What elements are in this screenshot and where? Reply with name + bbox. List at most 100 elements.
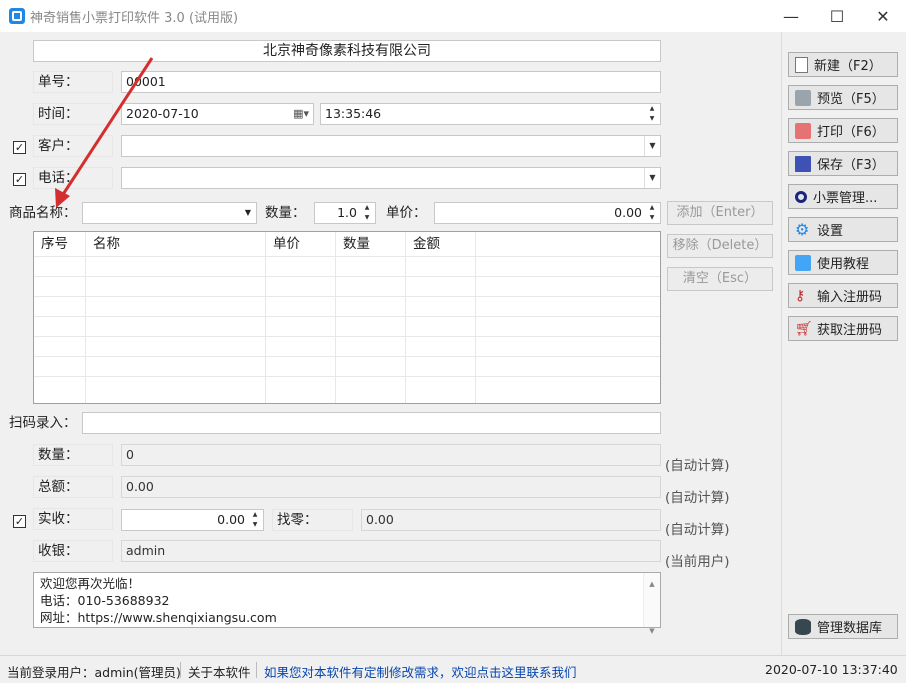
change-label: 找零： xyxy=(272,509,353,531)
new-button[interactable]: 新建（F2） xyxy=(788,52,898,77)
current-user-status: 当前登录用户：admin(管理员) xyxy=(7,665,181,680)
time-spinner[interactable]: ▲ ▼ xyxy=(645,104,659,124)
tutorial-button[interactable]: 使用教程 xyxy=(788,250,898,275)
footer-message-textarea[interactable]: 欢迎您再次光临！ 电话：010-53688932 网址：https://www.… xyxy=(33,572,661,635)
status-separator xyxy=(256,662,257,678)
database-button-label: 管理数据库 xyxy=(817,621,883,636)
cashier-note: (当前用户) xyxy=(665,554,730,570)
status-datetime: 2020-07-10 13:37:40 xyxy=(765,662,898,677)
window-title: 神奇销售小票打印软件 3.0 (试用版) xyxy=(30,11,239,26)
get-code-button[interactable]: 🛒︎ 获取注册码 xyxy=(788,316,898,341)
sidebar: 新建（F2） 预览（F5） 打印（F6） 保存（F3） 小票管理... ⚙ 设置… xyxy=(781,32,906,655)
price-spinner[interactable]: ▲ ▼ xyxy=(645,203,659,223)
paid-spinner[interactable]: ▲ ▼ xyxy=(248,510,262,530)
grid-line xyxy=(34,256,660,257)
manage-database-button[interactable]: 管理数据库 xyxy=(788,614,898,639)
time-input[interactable]: 13:35:46 ▲ ▼ xyxy=(320,103,661,125)
time-value: 13:35:46 xyxy=(325,106,382,121)
customer-checkbox[interactable]: ✓ xyxy=(13,141,26,154)
column-header-index[interactable]: 序号 xyxy=(34,232,68,256)
paid-checkbox[interactable]: ✓ xyxy=(13,515,26,528)
price-stepper[interactable]: 0.00 ▲ ▼ xyxy=(434,202,661,224)
close-button[interactable]: ✕ xyxy=(860,0,906,32)
qty-note: (自动计算) xyxy=(665,458,730,474)
clear-button[interactable]: 清空（Esc） xyxy=(667,267,773,291)
search-icon xyxy=(795,190,807,203)
grid-line xyxy=(335,232,336,403)
preview-printer-icon xyxy=(795,89,811,106)
paid-value: 0.00 xyxy=(217,512,245,527)
minimize-button[interactable]: — xyxy=(768,0,814,32)
phone-combobox[interactable]: ▼ xyxy=(121,167,661,189)
get-code-button-label: 获取注册码 xyxy=(817,323,883,338)
new-button-label: 新建（F2） xyxy=(814,59,882,74)
message-line-1: 欢迎您再次光临！ xyxy=(40,576,141,591)
preview-button[interactable]: 预览（F5） xyxy=(788,85,898,110)
settings-button[interactable]: ⚙ 设置 xyxy=(788,217,898,242)
paid-note: (自动计算) xyxy=(665,522,730,538)
remove-button[interactable]: 移除（Delete） xyxy=(667,234,773,258)
save-button[interactable]: 保存（F3） xyxy=(788,151,898,176)
app-icon xyxy=(9,8,25,24)
quantity-stepper[interactable]: 1.0 ▲ ▼ xyxy=(314,202,376,224)
summary-qty-label: 数量： xyxy=(33,444,113,466)
paid-label: 实收： xyxy=(33,508,113,530)
order-number-input[interactable]: 00001 xyxy=(121,71,661,93)
quantity-spinner[interactable]: ▲ ▼ xyxy=(360,203,374,223)
items-table[interactable]: 序号 名称 单价 数量 金额 xyxy=(33,231,661,404)
manage-button-label: 小票管理... xyxy=(813,191,878,206)
paid-stepper[interactable]: 0.00 ▲ ▼ xyxy=(121,509,264,531)
contact-link[interactable]: 如果您对本软件有定制修改需求，欢迎点击这里联系我们 xyxy=(264,662,577,681)
key-icon: ⚷ xyxy=(795,287,806,304)
column-header-name[interactable]: 名称 xyxy=(86,232,120,256)
tutorial-button-label: 使用教程 xyxy=(817,257,870,272)
summary-total-value: 0.00 xyxy=(121,476,661,498)
chevron-down-icon[interactable]: ▼ xyxy=(644,168,660,188)
receipt-manage-button[interactable]: 小票管理... xyxy=(788,184,898,209)
textarea-scrollbar[interactable]: ▲ ▼ xyxy=(643,573,660,635)
settings-button-label: 设置 xyxy=(817,224,844,239)
printer-icon xyxy=(795,122,811,139)
annotation-arrow xyxy=(55,57,154,208)
message-line-3: 网址：https://www.shenqixiangsu.com xyxy=(40,610,277,625)
print-button[interactable]: 打印（F6） xyxy=(788,118,898,143)
title-bar: 神奇销售小票打印软件 3.0 (试用版) — ☐ ✕ xyxy=(0,0,906,32)
customer-combobox[interactable]: ▼ xyxy=(121,135,661,157)
save-button-label: 保存（F3） xyxy=(817,158,885,173)
scan-label: 扫码录入： xyxy=(9,415,77,431)
grid-line xyxy=(34,376,660,377)
grid-line xyxy=(405,232,406,403)
grid-line xyxy=(34,336,660,337)
grid-line xyxy=(34,276,660,277)
grid-line xyxy=(34,296,660,297)
column-header-amount[interactable]: 金额 xyxy=(406,232,440,256)
enter-code-button[interactable]: ⚷ 输入注册码 xyxy=(788,283,898,308)
price-label: 单价： xyxy=(386,205,427,221)
gear-icon: ⚙ xyxy=(795,219,810,239)
maximize-button[interactable]: ☐ xyxy=(814,0,860,32)
column-header-quantity[interactable]: 数量 xyxy=(336,232,370,256)
status-bar: 当前登录用户：admin(管理员) 关于本软件 如果您对本软件有定制修改需求，欢… xyxy=(0,655,906,683)
grid-line xyxy=(34,356,660,357)
status-separator xyxy=(180,662,181,678)
change-value: 0.00 xyxy=(361,509,661,531)
chevron-down-icon[interactable]: ▼ xyxy=(644,136,660,156)
chevron-down-icon[interactable]: ▼ xyxy=(245,203,251,223)
cashier-label: 收银： xyxy=(33,540,113,562)
summary-total-label: 总额： xyxy=(33,476,113,498)
preview-button-label: 预览（F5） xyxy=(817,92,885,107)
quantity-value: 1.0 xyxy=(337,205,357,220)
add-button[interactable]: 添加（Enter） xyxy=(667,201,773,225)
database-icon xyxy=(795,618,811,635)
calendar-icon[interactable]: ▦▾ xyxy=(293,104,309,124)
book-icon xyxy=(795,254,811,271)
total-note: (自动计算) xyxy=(665,490,730,506)
grid-line xyxy=(475,232,476,403)
about-link[interactable]: 关于本软件 xyxy=(188,662,251,681)
column-header-price[interactable]: 单价 xyxy=(266,232,300,256)
quantity-label: 数量： xyxy=(265,205,306,221)
scan-input[interactable] xyxy=(82,412,661,434)
grid-line xyxy=(34,316,660,317)
phone-checkbox[interactable]: ✓ xyxy=(13,173,26,186)
price-value: 0.00 xyxy=(614,205,642,220)
